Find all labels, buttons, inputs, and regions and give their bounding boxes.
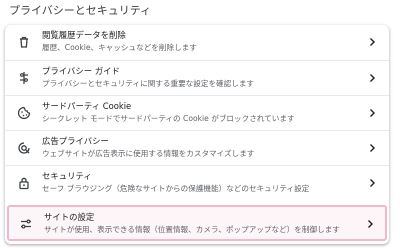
chevron-right-icon	[367, 108, 377, 118]
section-title: プライバシーとセキュリティ	[9, 4, 152, 17]
chevron-right-icon	[367, 143, 377, 153]
chevron-right-icon	[367, 37, 377, 47]
privacy-guide-icon	[17, 71, 31, 85]
row-clear-browsing-data[interactable]: 閲覧履歴データを削除 履歴、Cookie、キャッシュなどを削除します	[5, 25, 389, 60]
ad-privacy-icon	[17, 141, 31, 155]
row-title: サイトの設定	[44, 212, 95, 222]
row-third-party-cookies[interactable]: サードパーティ Cookie シークレット モードでサードパーティの Cooki…	[5, 95, 389, 130]
row-subtitle: ウェブサイトが広告表示に使用する情報をカスタマイズします	[42, 149, 255, 158]
row-site-settings[interactable]: サイトの設定 サイトが使用、表示できる情報（位置情報、カメラ、ポップアップなど）…	[7, 205, 387, 241]
row-title: 閲覧履歴データを削除	[42, 30, 126, 40]
cookie-icon	[17, 106, 31, 120]
trash-icon	[17, 35, 31, 49]
settings-card: 閲覧履歴データを削除 履歴、Cookie、キャッシュなどを削除します プライバシ…	[5, 25, 389, 244]
row-subtitle: プライバシーとセキュリティに関する重要な設定を確認します	[42, 79, 255, 88]
chevron-right-icon	[365, 219, 375, 229]
site-settings-icon	[19, 217, 33, 231]
row-title: プライバシー ガイド	[42, 66, 120, 76]
lock-icon	[17, 176, 31, 190]
row-subtitle: シークレット モードでサードパーティの Cookie がブロックされています	[42, 114, 295, 123]
row-title: 広告プライバシー	[42, 136, 109, 146]
row-subtitle: サイトが使用、表示できる情報（位置情報、カメラ、ポップアップなど）を制御します	[44, 225, 340, 234]
chevron-right-icon	[367, 178, 377, 188]
chevron-right-icon	[367, 73, 377, 83]
row-security[interactable]: セキュリティ セーフ ブラウジング（危険なサイトからの保護機能）などのセキュリテ…	[5, 165, 389, 200]
row-title: セキュリティ	[42, 171, 92, 181]
row-subtitle: 履歴、Cookie、キャッシュなどを削除します	[42, 43, 197, 52]
row-ad-privacy[interactable]: 広告プライバシー ウェブサイトが広告表示に使用する情報をカスタマイズします	[5, 130, 389, 165]
row-title: サードパーティ Cookie	[42, 101, 132, 111]
row-subtitle: セーフ ブラウジング（危険なサイトからの保護機能）などのセキュリティ設定	[42, 184, 310, 193]
row-privacy-guide[interactable]: プライバシー ガイド プライバシーとセキュリティに関する重要な設定を確認します	[5, 60, 389, 95]
